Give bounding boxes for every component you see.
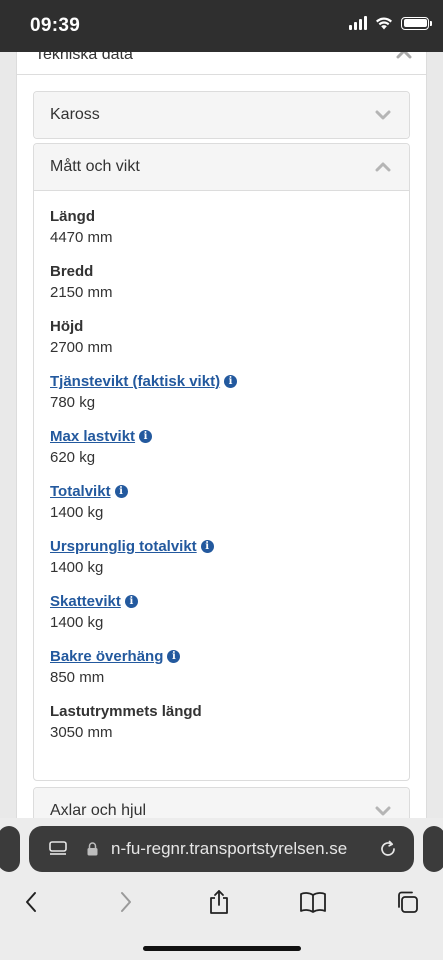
spec-value: 1400 kg <box>50 614 104 631</box>
next-tab-stub[interactable] <box>423 826 443 872</box>
info-icon[interactable]: i <box>139 430 153 443</box>
spec-item: Skattevikt i 1400 kg <box>50 592 393 634</box>
info-icon[interactable]: i <box>167 650 181 663</box>
battery-icon <box>401 16 432 30</box>
chevron-up-icon <box>396 52 412 64</box>
spec-value: 850 mm <box>50 669 105 686</box>
back-button[interactable] <box>15 886 47 918</box>
spec-label: Längd <box>50 208 95 225</box>
browser-chrome: n-fu-regnr.transportstyrelsen.se <box>0 818 443 960</box>
spec-link-ursprunglig-totalvikt[interactable]: Ursprunglig totalvikt <box>50 537 197 556</box>
info-icon[interactable]: i <box>114 485 128 498</box>
spec-label: Höjd <box>50 318 84 335</box>
info-icon[interactable]: i <box>124 595 138 608</box>
chevron-left-icon <box>26 892 36 912</box>
page-content: Tekniska data Kaross Mått och vikt Längd… <box>0 52 443 818</box>
spec-item: Tjänstevikt (faktisk vikt) i 780 kg <box>50 372 393 414</box>
cellular-signal-icon <box>349 16 367 30</box>
forward-button[interactable] <box>110 886 142 918</box>
page-menu-icon[interactable] <box>49 841 67 857</box>
lock-icon <box>87 842 98 856</box>
tabs-button[interactable] <box>391 886 423 918</box>
spec-label-row: Totalvikt i <box>50 482 393 501</box>
info-icon[interactable]: i <box>200 540 214 553</box>
spec-link-bakre-overhang[interactable]: Bakre överhäng <box>50 647 163 666</box>
spec-link-skattevikt[interactable]: Skattevikt <box>50 592 121 611</box>
tekniska-data-card: Tekniska data Kaross Mått och vikt Längd… <box>16 52 427 818</box>
spec-label-row: Skattevikt i <box>50 592 393 611</box>
spec-value: 620 kg <box>50 449 96 466</box>
panel-kaross-header[interactable]: Kaross <box>34 92 409 138</box>
reload-icon[interactable] <box>379 840 397 858</box>
info-icon[interactable]: i <box>224 375 238 388</box>
share-button[interactable] <box>203 886 235 918</box>
wifi-icon <box>376 17 392 30</box>
spec-item: Ursprunglig totalvikt i 1400 kg <box>50 537 393 579</box>
spec-label: Lastutrymmets längd <box>50 703 202 720</box>
panel-axlar-och-hjul-title: Axlar och hjul <box>50 802 147 818</box>
panel-kaross-title: Kaross <box>50 106 100 123</box>
spec-link-totalvikt[interactable]: Totalvikt <box>50 482 111 501</box>
spec-value: 4470 mm <box>50 229 113 246</box>
spec-item: Max lastvikt i 620 kg <box>50 427 393 469</box>
panel-matt-och-vikt-title: Mått och vikt <box>50 158 140 175</box>
spec-value: 2150 mm <box>50 284 113 301</box>
home-indicator <box>143 946 301 951</box>
status-time: 09:39 <box>30 15 81 36</box>
spec-item: Höjd 2700 mm <box>50 317 393 359</box>
panel-kaross: Kaross <box>33 91 410 139</box>
spec-link-tjanstevikt[interactable]: Tjänstevikt (faktisk vikt) <box>50 372 220 391</box>
spec-value: 1400 kg <box>50 559 104 576</box>
bookmarks-button[interactable] <box>297 886 329 918</box>
spec-value: 2700 mm <box>50 339 113 356</box>
chevron-down-icon <box>375 110 391 120</box>
panel-matt-och-vikt-header[interactable]: Mått och vikt <box>34 144 409 190</box>
panel-axlar-och-hjul: Axlar och hjul <box>33 787 410 818</box>
chevron-right-icon <box>121 892 131 912</box>
spec-label-row: Max lastvikt i <box>50 427 393 446</box>
spec-label-row: Tjänstevikt (faktisk vikt) i <box>50 372 393 391</box>
status-bar: 09:39 <box>0 0 443 52</box>
spec-value: 1400 kg <box>50 504 104 521</box>
url-text: n-fu-regnr.transportstyrelsen.se <box>111 839 348 858</box>
chevron-up-icon <box>375 162 391 172</box>
spec-item: Längd 4470 mm <box>50 207 393 249</box>
panel-matt-och-vikt: Mått och vikt Längd 4470 mm Bredd 2150 m… <box>33 143 410 781</box>
prev-tab-stub[interactable] <box>0 826 20 872</box>
share-icon <box>210 890 228 914</box>
spec-item: Totalvikt i 1400 kg <box>50 482 393 524</box>
spec-value: 780 kg <box>50 394 96 411</box>
spec-item: Bredd 2150 mm <box>50 262 393 304</box>
panel-axlar-och-hjul-header[interactable]: Axlar och hjul <box>34 788 409 818</box>
address-bar[interactable]: n-fu-regnr.transportstyrelsen.se <box>29 826 414 872</box>
book-icon <box>300 892 326 913</box>
spec-value: 3050 mm <box>50 724 113 741</box>
spec-label-row: Bakre överhäng i <box>50 647 393 666</box>
chevron-down-icon <box>375 806 391 816</box>
spec-label: Bredd <box>50 263 94 280</box>
status-icons <box>349 16 432 30</box>
spec-label-row: Ursprunglig totalvikt i <box>50 537 393 556</box>
tabs-icon <box>398 891 418 913</box>
tekniska-data-title: Tekniska data <box>35 52 133 63</box>
tekniska-data-header[interactable]: Tekniska data <box>17 52 426 75</box>
spec-link-max-lastvikt[interactable]: Max lastvikt <box>50 427 135 446</box>
spec-list: Längd 4470 mm Bredd 2150 mm Höjd 2700 mm… <box>34 190 409 744</box>
spec-item: Bakre överhäng i 850 mm <box>50 647 393 689</box>
spec-item: Lastutrymmets längd 3050 mm <box>50 702 393 744</box>
browser-toolbar <box>0 882 443 922</box>
